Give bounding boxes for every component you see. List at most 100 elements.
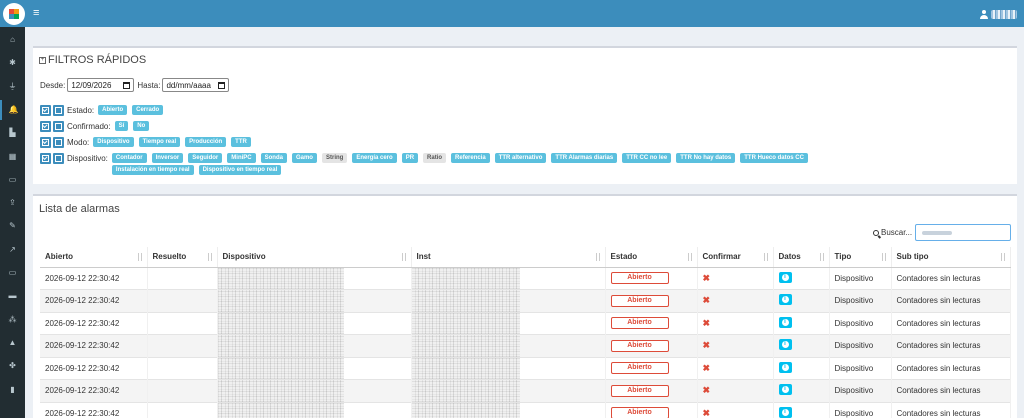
home-icon[interactable]: ⌂	[0, 30, 25, 50]
server-icon[interactable]: ▬	[0, 286, 25, 306]
sort-icon[interactable]	[1000, 253, 1006, 261]
dispositivo-cell[interactable]	[217, 379, 412, 402]
sort-icon[interactable]	[763, 253, 769, 261]
file-icon[interactable]: ▮	[0, 380, 25, 400]
close-icon[interactable]: ✖	[703, 408, 711, 418]
warning-icon[interactable]: ▲	[0, 333, 25, 353]
inst-cell[interactable]	[411, 334, 606, 357]
filter-tag-dispositivo[interactable]: Gamo	[291, 153, 317, 163]
select-all-checkbox[interactable]	[40, 121, 51, 132]
info-icon[interactable]	[778, 316, 792, 328]
sort-icon[interactable]	[137, 253, 143, 261]
quick-filters-header[interactable]: + FILTROS RÁPIDOS	[39, 54, 146, 66]
hamburger-icon[interactable]: ≡	[33, 8, 39, 19]
plug-icon[interactable]: ⏚	[0, 77, 25, 97]
close-icon[interactable]: ✖	[703, 385, 711, 395]
filter-tag-dispositivo[interactable]: Sonda	[260, 153, 287, 163]
close-icon[interactable]: ✖	[703, 340, 711, 350]
table-row[interactable]: 2026-09-12 22:30:42 Abierto ✖ DispositivoCo…	[40, 356, 1011, 380]
close-icon[interactable]: ✖	[703, 318, 711, 328]
filter-tag-modo[interactable]: Producción	[185, 137, 227, 147]
filter-tag-dispositivo[interactable]: TTR CC no lee	[622, 153, 672, 163]
desde-date-input[interactable]: 12/09/2026	[67, 78, 135, 92]
sort-icon[interactable]	[401, 253, 407, 261]
cubes-icon[interactable]: ⁂	[0, 310, 25, 330]
info-icon[interactable]	[778, 361, 792, 373]
chart-bar-icon[interactable]: ▙	[0, 123, 25, 143]
sort-icon[interactable]	[595, 253, 601, 261]
dispositivo-cell[interactable]	[217, 289, 412, 312]
upload-icon[interactable]: ⇪	[0, 193, 25, 213]
gear-icon[interactable]: ✱	[0, 53, 25, 73]
table-row[interactable]: 2026-09-12 22:30:42 Abierto ✖ DispositivoCo…	[40, 379, 1011, 402]
calendar-icon[interactable]	[218, 81, 226, 89]
table-row[interactable]: 2026-09-12 22:30:42 Abierto ✖ DispositivoCo…	[40, 311, 1011, 335]
dispositivo-cell[interactable]	[217, 401, 412, 418]
filter-tag-modo[interactable]: TTR	[231, 137, 251, 147]
info-icon[interactable]	[778, 384, 792, 396]
user-menu[interactable]	[980, 9, 1017, 19]
filter-tag-dispositivo[interactable]: Referencia	[451, 153, 490, 163]
column-header[interactable]: Dispositivo	[217, 247, 412, 268]
select-none-checkbox[interactable]	[53, 121, 64, 132]
puzzle-icon[interactable]: ✤	[0, 356, 25, 376]
wrench-icon[interactable]: ✎	[0, 216, 25, 236]
sort-icon[interactable]	[881, 253, 887, 261]
close-icon[interactable]: ✖	[703, 273, 711, 283]
column-header[interactable]: Estado	[605, 247, 698, 268]
select-none-checkbox[interactable]	[53, 153, 64, 164]
inst-cell[interactable]	[411, 401, 606, 418]
expand-icon[interactable]: +	[39, 56, 46, 64]
inst-cell[interactable]	[411, 379, 606, 402]
filter-tag-confirmado[interactable]: Sí	[114, 121, 129, 131]
inst-cell[interactable]	[411, 289, 606, 312]
search-input[interactable]	[915, 224, 1012, 241]
filter-tag-estado[interactable]: Abierto	[98, 105, 128, 115]
info-icon[interactable]	[778, 294, 792, 306]
table-row[interactable]: 2026-09-12 22:30:42 Abierto ✖ DispositivoCo…	[40, 334, 1011, 357]
bell-icon[interactable]: 🔔	[0, 99, 25, 120]
map-icon[interactable]: ▦	[0, 147, 25, 167]
select-all-checkbox[interactable]	[40, 153, 51, 164]
column-header[interactable]: Confirmar	[697, 247, 774, 268]
dispositivo-cell[interactable]	[217, 266, 412, 290]
close-icon[interactable]: ✖	[703, 363, 711, 373]
calendar-icon[interactable]	[123, 81, 131, 89]
column-header[interactable]: Resuelto	[147, 247, 218, 268]
table-row[interactable]: 2026-09-12 22:30:42 Abierto ✖ DispositivoCo…	[40, 401, 1011, 418]
filter-tag-dispositivo[interactable]: TTR Hueco datos CC	[740, 153, 808, 163]
monitor-icon[interactable]: ▭	[0, 170, 25, 190]
table-row[interactable]: 2026-09-12 22:30:42 Abierto ✖ DispositivoCo…	[40, 266, 1011, 290]
dispositivo-cell[interactable]	[217, 311, 412, 335]
select-all-checkbox[interactable]	[40, 105, 51, 116]
dispositivo-cell[interactable]	[217, 356, 412, 380]
filter-tag-dispositivo[interactable]: Ratio	[423, 153, 447, 163]
column-header[interactable]: Abierto	[40, 247, 148, 268]
sort-icon[interactable]	[819, 253, 825, 261]
app-logo[interactable]	[3, 3, 25, 25]
filter-tag-dispositivo[interactable]: MiniPC	[227, 153, 256, 163]
inst-cell[interactable]	[411, 311, 606, 335]
hasta-date-input[interactable]: dd/mm/aaaa	[162, 78, 230, 92]
filter-tag-dispositivo[interactable]: TTR Alarmas diarias	[551, 153, 618, 163]
filter-tag-dispositivo[interactable]: Contador	[111, 153, 147, 163]
filter-tag-dispositivo[interactable]: Dispositivo en tiempo real	[198, 165, 282, 175]
close-icon[interactable]: ✖	[703, 295, 711, 305]
dispositivo-cell[interactable]	[217, 334, 412, 357]
sort-icon[interactable]	[687, 253, 693, 261]
column-header[interactable]: Tipo	[829, 247, 892, 268]
filter-tag-dispositivo[interactable]: Seguidor	[188, 153, 223, 163]
filter-tag-dispositivo[interactable]: Instalación en tiempo real	[111, 165, 194, 175]
inst-cell[interactable]	[411, 266, 606, 290]
filter-tag-dispositivo[interactable]: Energía cero	[352, 153, 397, 163]
table-row[interactable]: 2026-09-12 22:30:42 Abierto ✖ DispositivoCo…	[40, 289, 1011, 312]
filter-tag-confirmado[interactable]: No	[133, 121, 150, 131]
info-icon[interactable]	[778, 406, 792, 418]
select-none-checkbox[interactable]	[53, 105, 64, 116]
filter-tag-dispositivo[interactable]: PR	[401, 153, 419, 163]
info-icon[interactable]	[778, 339, 792, 351]
select-all-checkbox[interactable]	[40, 137, 51, 148]
sort-icon[interactable]	[207, 253, 213, 261]
filter-tag-dispositivo[interactable]: TTR alternativo	[494, 153, 547, 163]
filter-tag-modo[interactable]: Tiempo real	[138, 137, 181, 147]
